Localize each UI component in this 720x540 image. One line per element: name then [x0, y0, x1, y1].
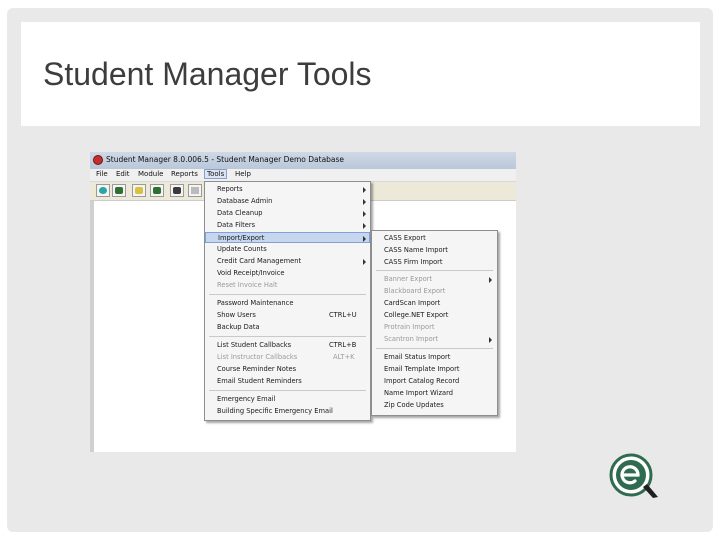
shortcut-label: CTRL+U [329, 311, 357, 319]
submenu-arrow-icon [363, 236, 366, 242]
search-button-2[interactable] [132, 184, 146, 197]
search-button-4[interactable] [170, 184, 184, 197]
app-screenshot: Student Manager 8.0.006.5 - Student Mana… [90, 152, 516, 452]
submenu-arrow-icon [363, 187, 366, 193]
shortcut-label: CTRL+B [329, 341, 357, 349]
window-title: Student Manager 8.0.006.5 - Student Mana… [106, 155, 345, 164]
menu-file[interactable]: File [94, 170, 110, 178]
menu-separator [376, 270, 493, 271]
submenu-arrow-icon [363, 223, 366, 229]
menu-item-import-export[interactable]: Import/Export [205, 232, 370, 243]
submenu-arrow-icon [363, 199, 366, 205]
shortcut-label: ALT+K [333, 353, 355, 361]
menu-item-data-cleanup[interactable]: Data Cleanup [205, 208, 370, 219]
menu-item-reset-invoice-halt[interactable]: Reset Invoice Halt [205, 280, 370, 291]
slide-title: Student Manager Tools [43, 56, 372, 92]
app-icon [93, 155, 103, 165]
window-titlebar: Student Manager 8.0.006.5 - Student Mana… [90, 152, 516, 169]
menu-item-credit-card-management[interactable]: Credit Card Management [205, 256, 370, 267]
search-button-1[interactable] [112, 184, 126, 197]
card-icon [191, 187, 199, 194]
menu-item-blackboard-export[interactable]: Blackboard Export [372, 286, 497, 297]
menu-item-cass-export[interactable]: CASS Export [372, 233, 497, 244]
gear-icon [99, 187, 107, 194]
menu-item-list-student-callbacks[interactable]: List Student Callbacks CTRL+B [205, 340, 370, 351]
menu-separator [209, 336, 366, 337]
submenu-arrow-icon [363, 211, 366, 217]
menu-item-email-template-import[interactable]: Email Template Import [372, 364, 497, 375]
tools-menu: Reports Database Admin Data Cleanup Data… [204, 181, 371, 421]
menu-item-list-instructor-callbacks[interactable]: List Instructor Callbacks ALT+K [205, 352, 370, 363]
menu-item-building-emergency-email[interactable]: Building Specific Emergency Email [205, 406, 370, 417]
menu-reports[interactable]: Reports [169, 170, 200, 178]
menu-help[interactable]: Help [233, 170, 253, 178]
menu-item-email-status-import[interactable]: Email Status Import [372, 352, 497, 363]
menu-item-show-users[interactable]: Show Users CTRL+U [205, 310, 370, 321]
import-export-submenu: CASS Export CASS Name Import CASS Firm I… [371, 230, 498, 416]
search-button-3[interactable] [150, 184, 164, 197]
menu-item-cardscan-import[interactable]: CardScan Import [372, 298, 497, 309]
menu-item-reports[interactable]: Reports [205, 184, 370, 195]
submenu-arrow-icon [363, 259, 366, 265]
submenu-arrow-icon [489, 277, 492, 283]
binoculars-icon [115, 187, 123, 194]
e-logo-icon [609, 453, 658, 498]
menu-module[interactable]: Module [136, 170, 165, 178]
menu-separator [209, 390, 366, 391]
menu-item-scantron-import[interactable]: Scantron Import [372, 334, 497, 345]
card-button[interactable] [188, 184, 202, 197]
menu-item-banner-export[interactable]: Banner Export [372, 274, 497, 285]
menu-item-zip-code-updates[interactable]: Zip Code Updates [372, 400, 497, 411]
menu-item-protrain-import[interactable]: Protrain Import [372, 322, 497, 333]
menu-item-data-filters[interactable]: Data Filters [205, 220, 370, 231]
left-panel-edge [90, 201, 94, 452]
menu-item-database-admin[interactable]: Database Admin [205, 196, 370, 207]
menu-item-password-maintenance[interactable]: Password Maintenance [205, 298, 370, 309]
menu-item-import-catalog-record[interactable]: Import Catalog Record [372, 376, 497, 387]
menu-item-college-net-export[interactable]: College.NET Export [372, 310, 497, 321]
menu-item-backup-data[interactable]: Backup Data [205, 322, 370, 333]
binoculars-icon [135, 187, 143, 194]
menu-separator [376, 348, 493, 349]
menu-item-name-import-wizard[interactable]: Name Import Wizard [372, 388, 497, 399]
menu-tools[interactable]: Tools [204, 169, 228, 179]
menu-item-cass-name-import[interactable]: CASS Name Import [372, 245, 497, 256]
binoculars-icon [173, 187, 181, 194]
menu-edit[interactable]: Edit [114, 170, 132, 178]
menu-item-cass-firm-import[interactable]: CASS Firm Import [372, 257, 497, 268]
menu-item-update-counts[interactable]: Update Counts [205, 244, 370, 255]
menu-item-course-reminder-notes[interactable]: Course Reminder Notes [205, 364, 370, 375]
menu-item-void-receipt[interactable]: Void Receipt/Invoice [205, 268, 370, 279]
submenu-arrow-icon [489, 337, 492, 343]
binoculars-icon [153, 187, 161, 194]
menu-item-emergency-email[interactable]: Emergency Email [205, 394, 370, 405]
gear-button[interactable] [96, 184, 110, 197]
menu-item-email-student-reminders[interactable]: Email Student Reminders [205, 376, 370, 387]
menu-separator [209, 294, 366, 295]
